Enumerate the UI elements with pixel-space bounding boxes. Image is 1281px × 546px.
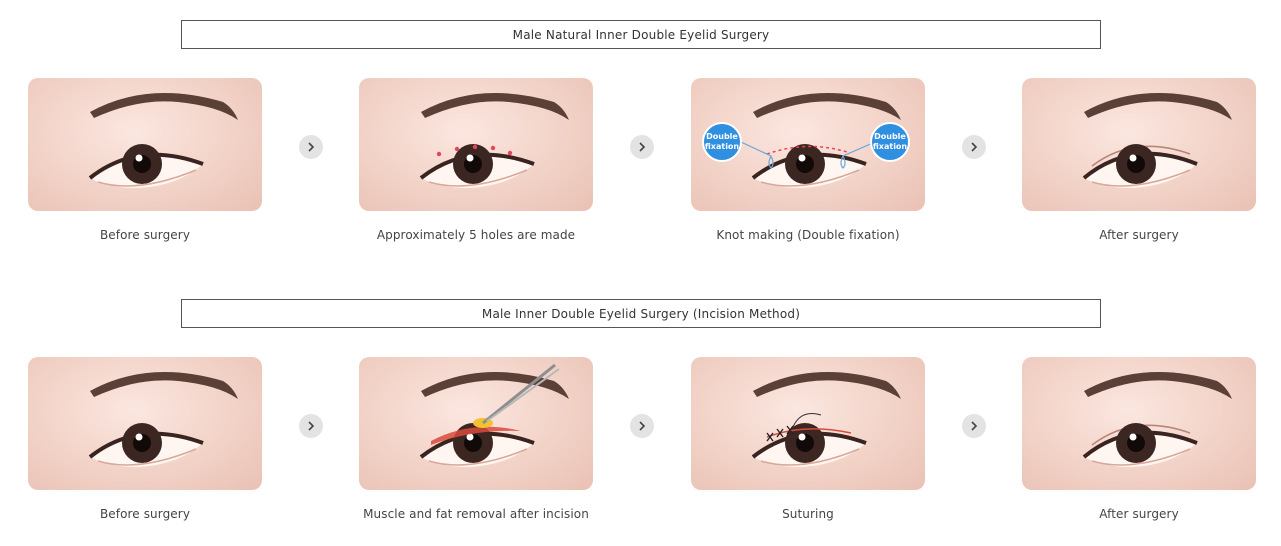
section-title: Male Inner Double Eyelid Surgery (Incisi…: [181, 299, 1101, 328]
step-caption: Before surgery: [99, 228, 191, 242]
eye-illustration: [1022, 78, 1256, 211]
eye-illustration: [359, 78, 593, 211]
next-arrow-button[interactable]: [962, 135, 986, 159]
step-caption: Suturing: [782, 507, 834, 521]
step-before-surgery: Before surgery: [28, 78, 262, 242]
eye-illustration: [691, 357, 925, 490]
next-arrow-button[interactable]: [299, 414, 323, 438]
next-arrow-button[interactable]: [299, 135, 323, 159]
chevron-right-icon: [308, 421, 315, 431]
double-fixation-badge: Double fixation: [870, 122, 910, 162]
step-knot-making: Double fixation Double fixation Knot mak…: [691, 78, 925, 242]
chevron-right-icon: [971, 142, 978, 152]
step-caption: Knot making (Double fixation): [716, 228, 900, 242]
step-before-surgery: Before surgery: [28, 357, 262, 521]
section-natural-inner: Male Natural Inner Double Eyelid Surgery…: [0, 20, 1281, 260]
step-caption: Muscle and fat removal after incision: [363, 507, 589, 521]
next-arrow-button[interactable]: [962, 414, 986, 438]
next-arrow-button[interactable]: [630, 135, 654, 159]
eye-illustration: [28, 78, 262, 211]
chevron-right-icon: [308, 142, 315, 152]
eye-illustration: [28, 357, 262, 490]
surgery-steps-page: Male Natural Inner Double Eyelid Surgery…: [0, 0, 1281, 546]
step-after-surgery: After surgery: [1022, 78, 1256, 242]
step-caption: Approximately 5 holes are made: [376, 228, 576, 242]
next-arrow-button[interactable]: [630, 414, 654, 438]
eye-illustration: [1022, 357, 1256, 490]
step-caption: After surgery: [1099, 507, 1179, 521]
eye-illustration: [359, 357, 593, 490]
step-holes: Approximately 5 holes are made: [359, 78, 593, 242]
step-after-surgery: After surgery: [1022, 357, 1256, 521]
section-incision-method: Male Inner Double Eyelid Surgery (Incisi…: [0, 299, 1281, 539]
eye-illustration: Double fixation Double fixation: [691, 78, 925, 211]
step-caption: After surgery: [1099, 228, 1179, 242]
chevron-right-icon: [639, 421, 646, 431]
step-suturing: Suturing: [691, 357, 925, 521]
chevron-right-icon: [639, 142, 646, 152]
step-caption: Before surgery: [99, 507, 191, 521]
chevron-right-icon: [971, 421, 978, 431]
section-title: Male Natural Inner Double Eyelid Surgery: [181, 20, 1101, 49]
step-muscle-fat-removal: Muscle and fat removal after incision: [359, 357, 593, 521]
double-fixation-badge: Double fixation: [702, 122, 742, 162]
